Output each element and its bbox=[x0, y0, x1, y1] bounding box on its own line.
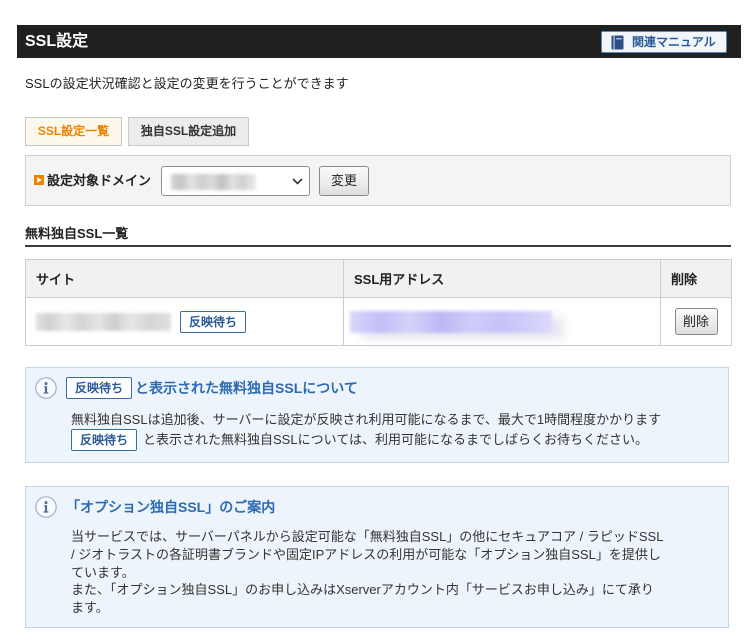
redacted-domain-value bbox=[171, 174, 256, 190]
info-body: 無料独自SSLは追加後、サーバーに設定が反映され利用可能になるまで、最大で1時間… bbox=[71, 411, 661, 451]
ssl-address-cell bbox=[343, 297, 661, 346]
info-title: 「オプション独自SSL」のご案内 bbox=[66, 496, 275, 518]
delete-cell: 削除 bbox=[660, 297, 732, 346]
status-badge: 反映待ち bbox=[180, 310, 247, 333]
book-icon bbox=[611, 35, 624, 50]
domain-select[interactable] bbox=[161, 166, 310, 196]
chevron-down-icon bbox=[292, 178, 303, 185]
domain-selector-panel: 設定対象ドメイン 変更 bbox=[25, 155, 731, 206]
info-box-pending-status: 反映待ち と表示された無料独自SSLについて 無料独自SSLは追加後、サーバーに… bbox=[25, 367, 729, 463]
manual-button-label: 関連マニュアル bbox=[632, 35, 716, 49]
manual-button[interactable]: 関連マニュアル bbox=[601, 31, 727, 53]
page-header: SSL設定 関連マニュアル bbox=[17, 25, 741, 58]
info-title: 反映待ち と表示された無料独自SSLについて bbox=[66, 377, 358, 399]
info-body-line: また、「オプション独自SSL」のお申し込みはXserverアカウント内「サービス… bbox=[71, 582, 654, 598]
info-title-text: 「オプション独自SSL」のご案内 bbox=[66, 499, 276, 515]
info-title-text: と表示された無料独自SSLについて bbox=[135, 380, 358, 396]
tab-ssl-list[interactable]: SSL設定一覧 bbox=[25, 117, 122, 146]
info-body-line: / ジオトラストの各証明書ブランドや固定IPアドレスの利用が可能な「オプション独… bbox=[71, 546, 661, 562]
section-divider bbox=[25, 245, 731, 247]
ssl-settings-page: SSL設定 関連マニュアル SSLの設定状況確認と設定の変更を行うことができます… bbox=[0, 0, 756, 641]
info-icon bbox=[35, 496, 57, 518]
redacted-ssl-address bbox=[350, 310, 552, 333]
info-body-line: ます。 bbox=[71, 600, 109, 616]
section-heading: 無料独自SSL一覧 bbox=[25, 226, 129, 241]
info-body-line: 反映待ち と表示された無料独自SSLについては、利用可能になるまでしばらくお待ち… bbox=[71, 429, 661, 451]
domain-label: 設定対象ドメイン bbox=[47, 173, 152, 188]
delete-button[interactable]: 削除 bbox=[674, 308, 718, 335]
column-header-delete: 削除 bbox=[660, 259, 732, 298]
info-body: 当サービスでは、サーバーパネルから設定可能な「無料独自SSL」の他にセキュアコア… bbox=[71, 528, 663, 617]
column-header-site: サイト bbox=[25, 259, 344, 298]
info-body-text: と表示された無料独自SSLについては、利用可能になるまでしばらくお待ちください。 bbox=[143, 432, 648, 447]
table-row: 反映待ち 削除 bbox=[25, 297, 732, 346]
table-header-row: サイト SSL用アドレス 削除 bbox=[25, 259, 732, 298]
site-cell: 反映待ち bbox=[25, 297, 344, 346]
info-icon bbox=[35, 377, 57, 399]
page-description: SSLの設定状況確認と設定の変更を行うことができます bbox=[25, 76, 349, 91]
change-button[interactable]: 変更 bbox=[319, 166, 369, 196]
status-badge: 反映待ち bbox=[71, 429, 138, 451]
info-body-line: ています。 bbox=[71, 564, 135, 580]
info-body-line: 当サービスでは、サーバーパネルから設定可能な「無料独自SSL」の他にセキュアコア… bbox=[71, 529, 664, 544]
redacted-site-name bbox=[36, 312, 171, 331]
status-badge: 反映待ち bbox=[66, 377, 133, 399]
info-body-line: 無料独自SSLは追加後、サーバーに設定が反映され利用可能になるまで、最大で1時間… bbox=[71, 412, 662, 427]
ssl-table: サイト SSL用アドレス 削除 反映待ち 削除 bbox=[25, 259, 732, 346]
orange-arrow-bullet-icon bbox=[34, 175, 44, 185]
tab-add-custom-ssl[interactable]: 独自SSL設定追加 bbox=[128, 117, 249, 146]
column-header-ssl-address: SSL用アドレス bbox=[343, 259, 661, 298]
info-box-option-ssl: 「オプション独自SSL」のご案内 当サービスでは、サーバーパネルから設定可能な「… bbox=[25, 486, 729, 628]
page-title: SSL設定 bbox=[25, 33, 89, 50]
site-cell-content: 反映待ち bbox=[36, 310, 333, 333]
